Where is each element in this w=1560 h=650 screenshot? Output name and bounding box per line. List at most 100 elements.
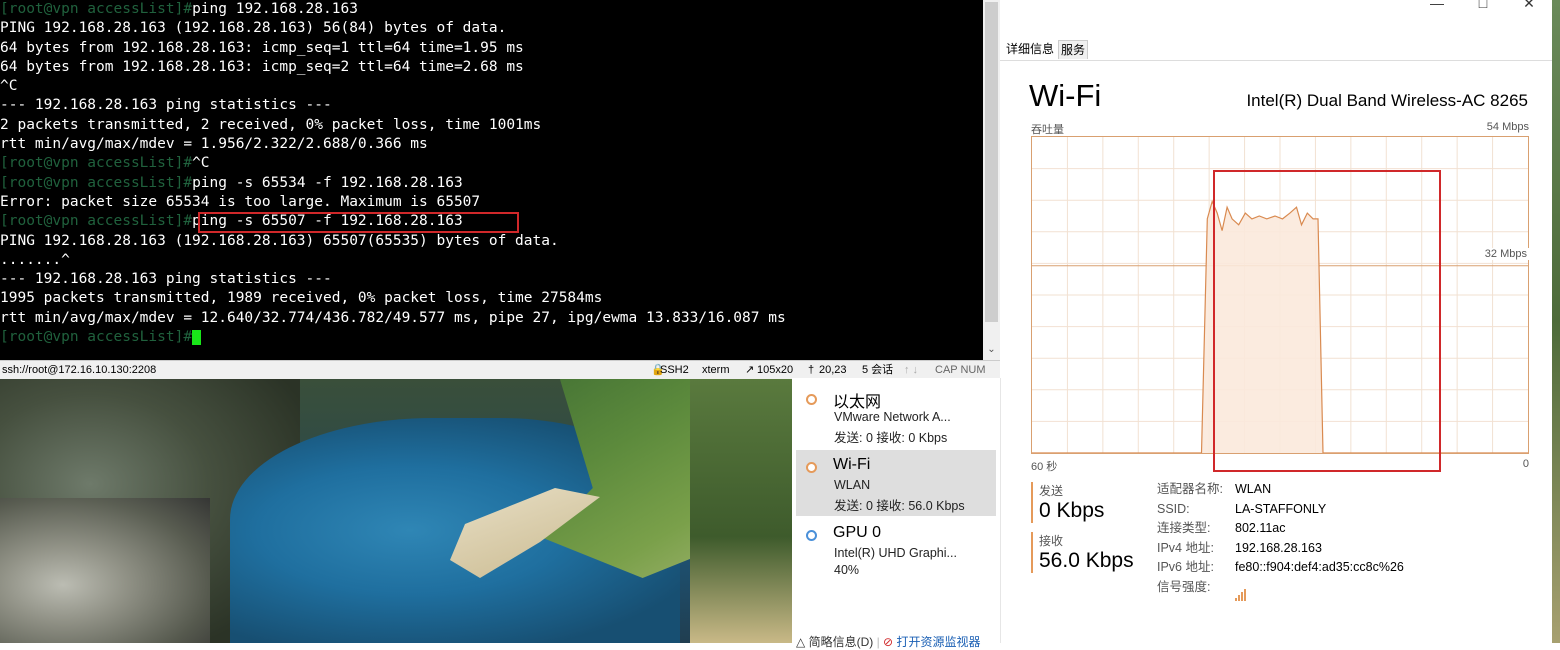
status-dot-icon: [806, 462, 817, 473]
recv-stat: 接收 56.0 Kbps: [1031, 532, 1134, 573]
send-label: 发送: [1039, 484, 1064, 498]
collapse-icon[interactable]: △: [796, 635, 805, 649]
maximize-icon[interactable]: □: [1460, 0, 1506, 10]
highlight-annotation: [198, 212, 519, 233]
title-bar[interactable]: — □ ✕: [1000, 0, 1560, 36]
terminal-text: --- 192.168.28.163 ping statistics ---: [0, 271, 332, 288]
tab-strip: 详细信息 服务: [1000, 38, 1560, 61]
terminal-text: ping -s 65534 -f 192.168.28.163: [192, 174, 463, 191]
sidebar-item-label: GPU 0: [833, 524, 882, 541]
terminal-output[interactable]: [root@vpn accessList]#ping 192.168.28.16…: [0, 0, 983, 360]
shell-prompt: [root@vpn accessList]#: [0, 213, 193, 230]
terminal-line: [root@vpn accessList]#: [0, 328, 983, 347]
term-type: xterm: [702, 364, 730, 376]
term-size: 105x20: [757, 364, 794, 376]
terminal-text: rtt min/avg/max/mdev = 1.956/2.322/2.688…: [0, 136, 428, 153]
terminal-scrollbar[interactable]: ⌄: [983, 0, 1000, 360]
recv-label: 接收: [1039, 534, 1064, 548]
terminal-text: PING 192.168.28.163 (192.168.28.163) 56(…: [0, 20, 507, 37]
shell-prompt: [root@vpn accessList]#: [0, 174, 193, 191]
close-icon[interactable]: ✕: [1506, 0, 1552, 10]
terminal-text: 1995 packets transmitted, 1989 received,…: [0, 290, 603, 307]
property-key: IPv4 地址:: [1157, 540, 1214, 555]
terminal-line: --- 192.168.28.163 ping statistics ---: [0, 96, 983, 115]
terminal-statusbar: ssh://root@172.16.10.130:2208 🔒 SSH2 xte…: [0, 360, 1000, 379]
max-scale-label: 54 Mbps: [1486, 121, 1529, 133]
caps-num-indicator: CAP NUM: [935, 364, 986, 376]
terminal-text: ^C: [0, 78, 18, 95]
terminal-line: [root@vpn accessList]#ping 192.168.28.16…: [0, 0, 983, 19]
property-row: IPv4 地址: 192.168.28.163: [1157, 539, 1404, 559]
sidebar-item-gpu[interactable]: GPU 0 Intel(R) UHD Graphi... 40%: [796, 518, 996, 584]
sidebar-item-stat: 发送: 0 接收: 0 Kbps: [834, 431, 948, 445]
throughput-label: 吞吐量: [1031, 124, 1064, 136]
terminal-line: 64 bytes from 192.168.28.163: icmp_seq=1…: [0, 39, 983, 58]
terminal-line: PING 192.168.28.163 (192.168.28.163) 56(…: [0, 19, 983, 38]
terminal-text: PING 192.168.28.163 (192.168.28.163) 655…: [0, 232, 559, 249]
tab-services[interactable]: 服务: [1058, 40, 1089, 59]
terminal-line: [root@vpn accessList]#^C: [0, 154, 983, 173]
terminal-text: ^C: [192, 155, 210, 172]
terminal-text: --- 192.168.28.163 ping statistics ---: [0, 97, 332, 114]
property-value: WLAN: [1235, 482, 1272, 496]
terminal-line: .......^: [0, 251, 983, 270]
terminal-text: Error: packet size 65534 is too large. M…: [0, 193, 481, 210]
sidebar-item-stat: 发送: 0 接收: 56.0 Kbps: [834, 499, 965, 513]
property-row: 信号强度:: [1157, 578, 1404, 601]
transfer-arrows-icon: ↑ ↓: [904, 364, 919, 376]
property-row: SSID: LA-STAFFONLY: [1157, 500, 1404, 520]
terminal-text: ping 192.168.28.163: [192, 1, 358, 17]
open-resource-monitor-link[interactable]: 打开资源监视器: [896, 635, 980, 649]
scroll-down-icon[interactable]: ⌄: [983, 342, 1000, 358]
footer-links: △ 简略信息(D) | ⊘ 打开资源监视器: [796, 635, 981, 649]
terminal-line: ^C: [0, 77, 983, 96]
terminal-line: 2 packets transmitted, 2 received, 0% pa…: [0, 116, 983, 135]
sidebar-item-sub: WLAN: [834, 478, 871, 492]
terminal-text: 64 bytes from 192.168.28.163: icmp_seq=1…: [0, 39, 524, 56]
property-row: 连接类型: 802.11ac: [1157, 519, 1404, 539]
terminal-line: rtt min/avg/max/mdev = 1.956/2.322/2.688…: [0, 135, 983, 154]
property-value: LA-STAFFONLY: [1235, 501, 1327, 516]
desktop-edge: [1552, 0, 1560, 643]
sidebar-item-label: Wi-Fi: [833, 456, 871, 473]
sidebar-item-stat: 40%: [834, 563, 860, 577]
sidebar-item-ethernet[interactable]: 以太网 VMware Network A... 发送: 0 接收: 0 Kbps: [796, 382, 996, 448]
connection-string: ssh://root@172.16.10.130:2208: [2, 364, 157, 376]
protocol: SSH2: [660, 364, 689, 376]
resize-icon: ↗: [745, 364, 755, 376]
ssh-terminal-window[interactable]: [root@vpn accessList]#ping 192.168.28.16…: [0, 0, 1000, 379]
terminal-line: rtt min/avg/max/mdev = 12.640/32.774/436…: [0, 309, 983, 328]
page-title: Wi-Fi: [1029, 78, 1102, 113]
property-value: 802.11ac: [1235, 521, 1286, 535]
time-window-label: 60 秒: [1031, 461, 1058, 473]
terminal-text: .......^: [0, 251, 70, 268]
terminal-text: rtt min/avg/max/mdev = 12.640/32.774/436…: [0, 309, 786, 326]
cursor-pos: 20,23: [819, 364, 847, 376]
terminal-line: 64 bytes from 192.168.28.163: icmp_seq=2…: [0, 58, 983, 77]
adapter-properties: 适配器名称: WLAN SSID: LA-STAFFONLY 连接类型: 802.11ac…: [1157, 480, 1404, 601]
shell-prompt: [root@vpn accessList]#: [0, 1, 193, 17]
sidebar-item-sub: VMware Network A...: [834, 410, 951, 424]
signal-strength-icon: [1235, 581, 1249, 601]
shell-prompt: [root@vpn accessList]#: [0, 329, 193, 346]
terminal-text: 2 packets transmitted, 2 received, 0% pa…: [0, 116, 542, 133]
mid-scale-label: 32 Mbps: [1482, 248, 1529, 260]
brief-info-link[interactable]: 简略信息(D): [809, 635, 874, 649]
adapter-name: Intel(R) Dual Band Wireless-AC 8265: [1246, 91, 1528, 110]
minimize-icon[interactable]: —: [1414, 0, 1460, 10]
sidebar-item-wifi[interactable]: Wi-Fi WLAN 发送: 0 接收: 56.0 Kbps: [796, 450, 996, 516]
property-key: 连接类型:: [1157, 521, 1211, 535]
cursor-pos-icon: †: [808, 364, 815, 376]
property-value: 192.168.28.163: [1235, 540, 1322, 555]
property-key: IPv6 地址:: [1157, 560, 1214, 574]
perf-sidebar: 以太网 VMware Network A... 发送: 0 接收: 0 Kbps…: [792, 378, 1001, 649]
send-value: 0 Kbps: [1039, 499, 1105, 522]
resource-monitor-icon: ⊘: [883, 635, 894, 649]
property-row: IPv6 地址: fe80::f904:def4:ad35:cc8c%26: [1157, 558, 1404, 578]
status-dot-icon: [806, 394, 817, 405]
recv-value: 56.0 Kbps: [1039, 549, 1134, 572]
property-key: 适配器名称:: [1157, 482, 1223, 496]
tab-details[interactable]: 详细信息: [1004, 40, 1056, 58]
desktop-wallpaper: [0, 378, 792, 643]
scrollbar-thumb[interactable]: [985, 2, 998, 322]
